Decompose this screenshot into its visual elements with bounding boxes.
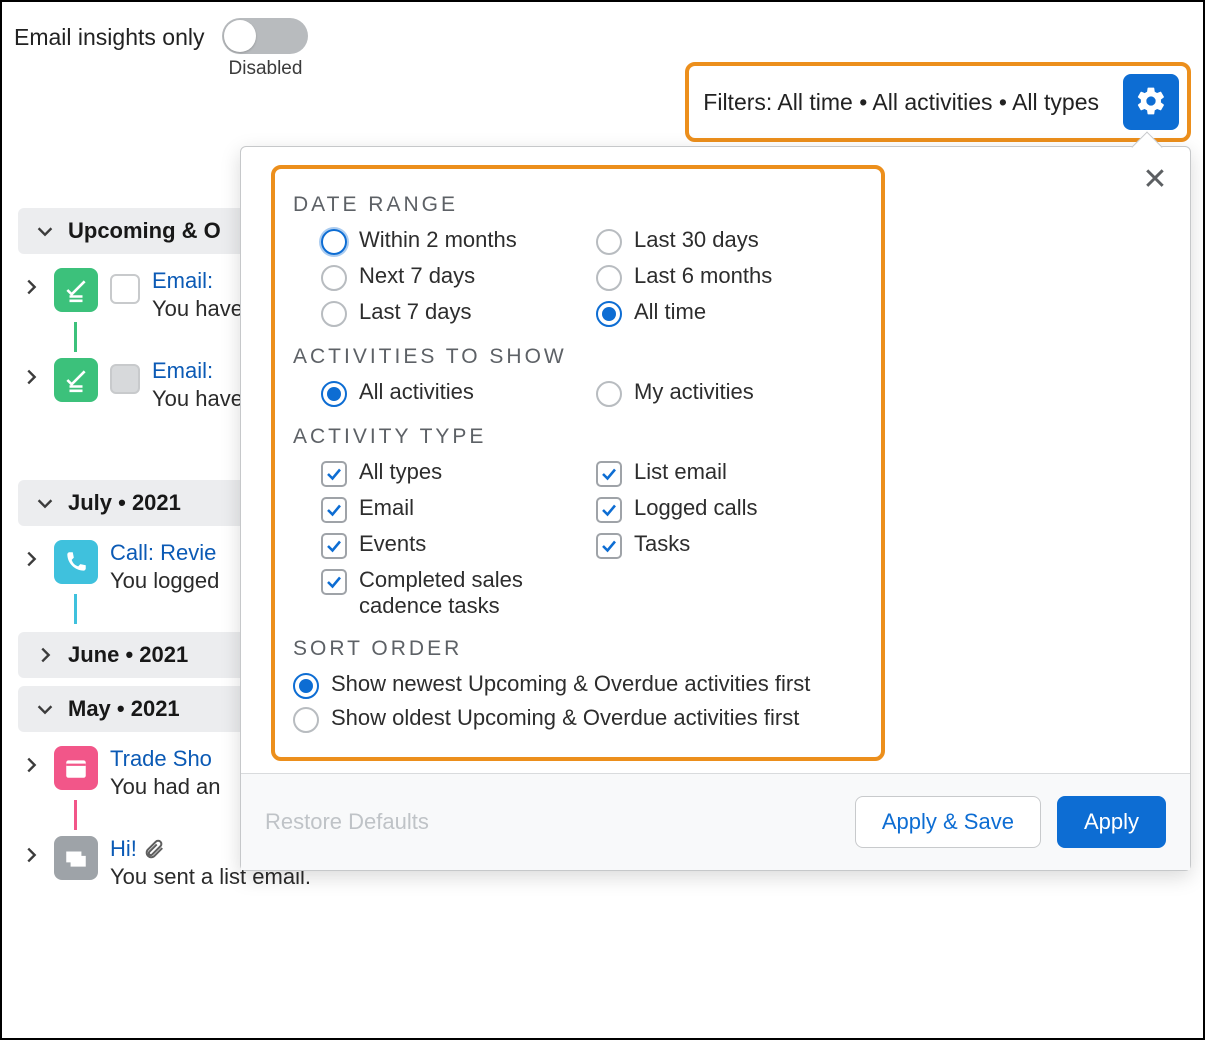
date-range-title: Date Range	[293, 193, 863, 217]
call-icon	[54, 540, 98, 584]
list-email-icon	[54, 836, 98, 880]
filter-popup: ✕ Date Range Within 2 months Last 30 day…	[240, 146, 1191, 871]
option-label: Last 6 months	[634, 263, 772, 289]
date-range-option[interactable]: Within 2 months	[321, 227, 588, 255]
option-label: Show newest Upcoming & Overdue activitie…	[331, 671, 810, 697]
task-icon	[54, 268, 98, 312]
date-range-option[interactable]: All time	[596, 299, 863, 327]
attachment-icon	[143, 838, 165, 860]
email-insights-toggle[interactable]	[222, 18, 308, 54]
close-button[interactable]: ✕	[1138, 163, 1172, 197]
activity-type-title: Activity Type	[293, 425, 863, 449]
toggle-thumb	[224, 20, 256, 52]
expand-item-button[interactable]	[20, 844, 42, 872]
activity-type-option[interactable]: All types	[321, 459, 588, 487]
activity-link[interactable]: Call: Revie	[110, 540, 219, 566]
chevron-down-icon	[34, 220, 56, 242]
expand-item-button[interactable]	[20, 276, 42, 304]
option-label: Next 7 days	[359, 263, 475, 289]
event-icon	[54, 746, 98, 790]
activity-type-option[interactable]: Logged calls	[596, 495, 863, 523]
task-checkbox[interactable]	[110, 364, 140, 394]
activity-type-option[interactable]: Email	[321, 495, 588, 523]
activity-link[interactable]: Trade Sho	[110, 746, 221, 772]
email-insights-label: Email insights only	[14, 18, 204, 51]
chevron-down-icon	[34, 492, 56, 514]
option-label: Completed sales cadence tasks	[359, 567, 588, 619]
option-label: Logged calls	[634, 495, 758, 521]
apply-and-save-button[interactable]: Apply & Save	[855, 796, 1041, 848]
date-range-option[interactable]: Last 30 days	[596, 227, 863, 255]
activities-option[interactable]: My activities	[596, 379, 863, 407]
chevron-down-icon	[34, 698, 56, 720]
option-label: List email	[634, 459, 727, 485]
option-label: Show oldest Upcoming & Overdue activitie…	[331, 705, 799, 731]
expand-item-button[interactable]	[20, 366, 42, 394]
sort-order-option[interactable]: Show oldest Upcoming & Overdue activitie…	[293, 705, 863, 733]
option-label: All time	[634, 299, 706, 325]
option-label: All types	[359, 459, 442, 485]
activity-type-option[interactable]: Events	[321, 531, 588, 559]
task-checkbox[interactable]	[110, 274, 140, 304]
apply-button[interactable]: Apply	[1057, 796, 1166, 848]
activity-link[interactable]: Hi!	[110, 836, 137, 862]
option-label: Last 30 days	[634, 227, 759, 253]
option-label: Tasks	[634, 531, 690, 557]
activity-sub: You had an	[110, 774, 221, 800]
sort-order-title: Sort Order	[293, 637, 863, 661]
option-label: All activities	[359, 379, 474, 405]
activity-type-option[interactable]: List email	[596, 459, 863, 487]
filter-settings-button[interactable]	[1123, 74, 1179, 130]
section-label: Upcoming & O	[68, 218, 221, 244]
toggle-state-label: Disabled	[229, 58, 303, 80]
activity-sub: You logged	[110, 568, 219, 594]
option-label: Email	[359, 495, 414, 521]
sort-order-option[interactable]: Show newest Upcoming & Overdue activitie…	[293, 671, 863, 699]
activity-type-option[interactable]: Tasks	[596, 531, 863, 559]
section-label: May • 2021	[68, 696, 180, 722]
expand-item-button[interactable]	[20, 548, 42, 576]
date-range-option[interactable]: Last 7 days	[321, 299, 588, 327]
date-range-option[interactable]: Next 7 days	[321, 263, 588, 291]
gear-icon	[1135, 85, 1167, 120]
activity-type-option[interactable]: Completed sales cadence tasks	[321, 567, 588, 619]
option-label: Within 2 months	[359, 227, 517, 253]
restore-defaults-button[interactable]: Restore Defaults	[265, 809, 429, 835]
option-label: Last 7 days	[359, 299, 472, 325]
activities-to-show-title: Activities to Show	[293, 345, 863, 369]
chevron-right-icon	[34, 644, 56, 666]
close-icon: ✕	[1142, 163, 1167, 196]
option-label: My activities	[634, 379, 754, 405]
activities-option[interactable]: All activities	[321, 379, 588, 407]
expand-item-button[interactable]	[20, 754, 42, 782]
filter-summary: Filters: All time • All activities • All…	[703, 89, 1099, 116]
option-label: Events	[359, 531, 426, 557]
filter-bar: Filters: All time • All activities • All…	[685, 62, 1191, 142]
task-icon	[54, 358, 98, 402]
date-range-option[interactable]: Last 6 months	[596, 263, 863, 291]
section-label: July • 2021	[68, 490, 181, 516]
section-label: June • 2021	[68, 642, 188, 668]
